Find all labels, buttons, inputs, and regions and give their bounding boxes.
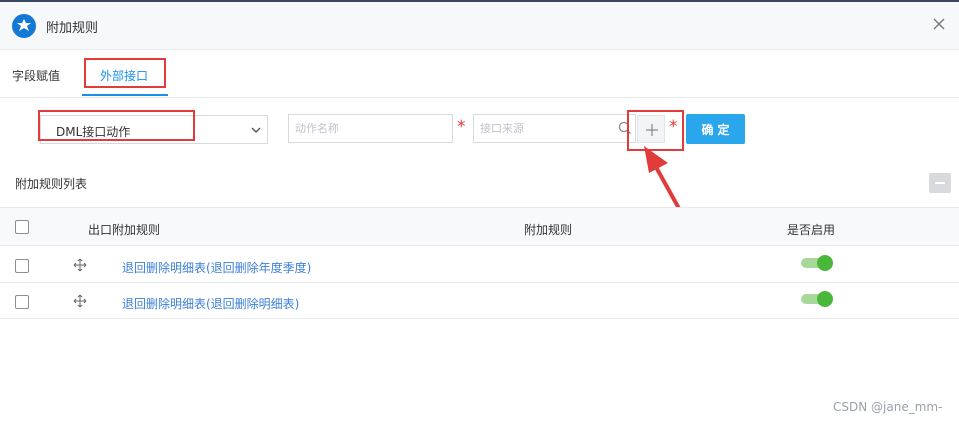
enabled-toggle[interactable]: [801, 255, 833, 271]
collapse-button[interactable]: [929, 173, 951, 193]
select-all-checkbox[interactable]: [15, 220, 29, 234]
minus-icon: [935, 182, 945, 184]
toggle-knob: [817, 291, 833, 307]
annotation-box-tab: [84, 58, 166, 88]
active-tab-underline: [82, 94, 168, 96]
rule-name-link[interactable]: 退回删除明细表(退回删除明细表): [122, 295, 299, 312]
table-header: 出口附加规则 附加规则 是否启用: [0, 207, 959, 246]
table-row: 退回删除明细表(退回删除年度季度): [0, 247, 959, 283]
column-header-enabled: 是否启用: [787, 223, 836, 237]
column-header-exit-rule: 出口附加规则: [88, 223, 161, 237]
row-checkbox[interactable]: [15, 259, 29, 273]
rule-list-title: 附加规则列表: [15, 177, 88, 191]
column-header-rule: 附加规则: [524, 223, 573, 237]
interface-source-input[interactable]: [473, 114, 636, 143]
table-row: 退回删除明细表(退回删除明细表): [0, 283, 959, 319]
toggle-knob: [817, 255, 833, 271]
drag-handle-icon[interactable]: [73, 294, 87, 308]
annotation-box-select: [38, 110, 195, 141]
chevron-down-icon: [251, 127, 261, 133]
watermark-text: CSDN @jane_mm-: [833, 400, 943, 414]
app-logo-icon: [12, 14, 36, 38]
dialog-title: 附加规则: [46, 21, 99, 36]
row-checkbox[interactable]: [15, 295, 29, 309]
enabled-toggle[interactable]: [801, 291, 833, 307]
action-name-input[interactable]: [288, 114, 453, 143]
drag-handle-icon[interactable]: [73, 258, 87, 272]
confirm-button[interactable]: 确定: [686, 114, 745, 144]
dialog-titlebar: 附加规则: [0, 2, 959, 50]
tab-field-assignment[interactable]: 字段赋值: [12, 67, 60, 84]
close-icon[interactable]: [930, 15, 948, 33]
rule-name-link[interactable]: 退回删除明细表(退回删除年度季度): [122, 259, 311, 276]
required-mark: *: [457, 117, 466, 137]
